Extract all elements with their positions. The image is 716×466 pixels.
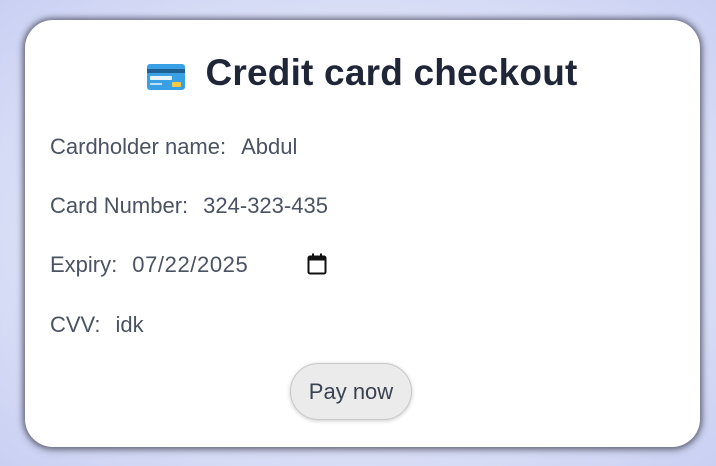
- checkout-card: Credit card checkout Cardholder name: Ca…: [25, 20, 700, 447]
- cardholder-input[interactable]: [241, 134, 530, 160]
- calendar-icon[interactable]: [307, 253, 327, 275]
- cvv-label: CVV:: [50, 312, 101, 337]
- card-number-label: Card Number:: [50, 193, 189, 218]
- credit-card-icon: [147, 64, 186, 90]
- page-title: Credit card checkout: [205, 52, 578, 93]
- card-number-row: Card Number:: [50, 193, 492, 219]
- title-row: Credit card checkout: [25, 52, 700, 94]
- cvv-input[interactable]: [115, 312, 404, 338]
- cvv-row: CVV:: [50, 312, 404, 338]
- expiry-row: Expiry:: [50, 252, 327, 278]
- expiry-input[interactable]: [132, 252, 308, 278]
- card-number-input[interactable]: [203, 193, 492, 219]
- cardholder-row: Cardholder name:: [50, 134, 530, 160]
- expiry-label: Expiry:: [50, 252, 118, 277]
- cardholder-label: Cardholder name:: [50, 134, 227, 159]
- pay-now-button[interactable]: Pay now: [290, 363, 412, 420]
